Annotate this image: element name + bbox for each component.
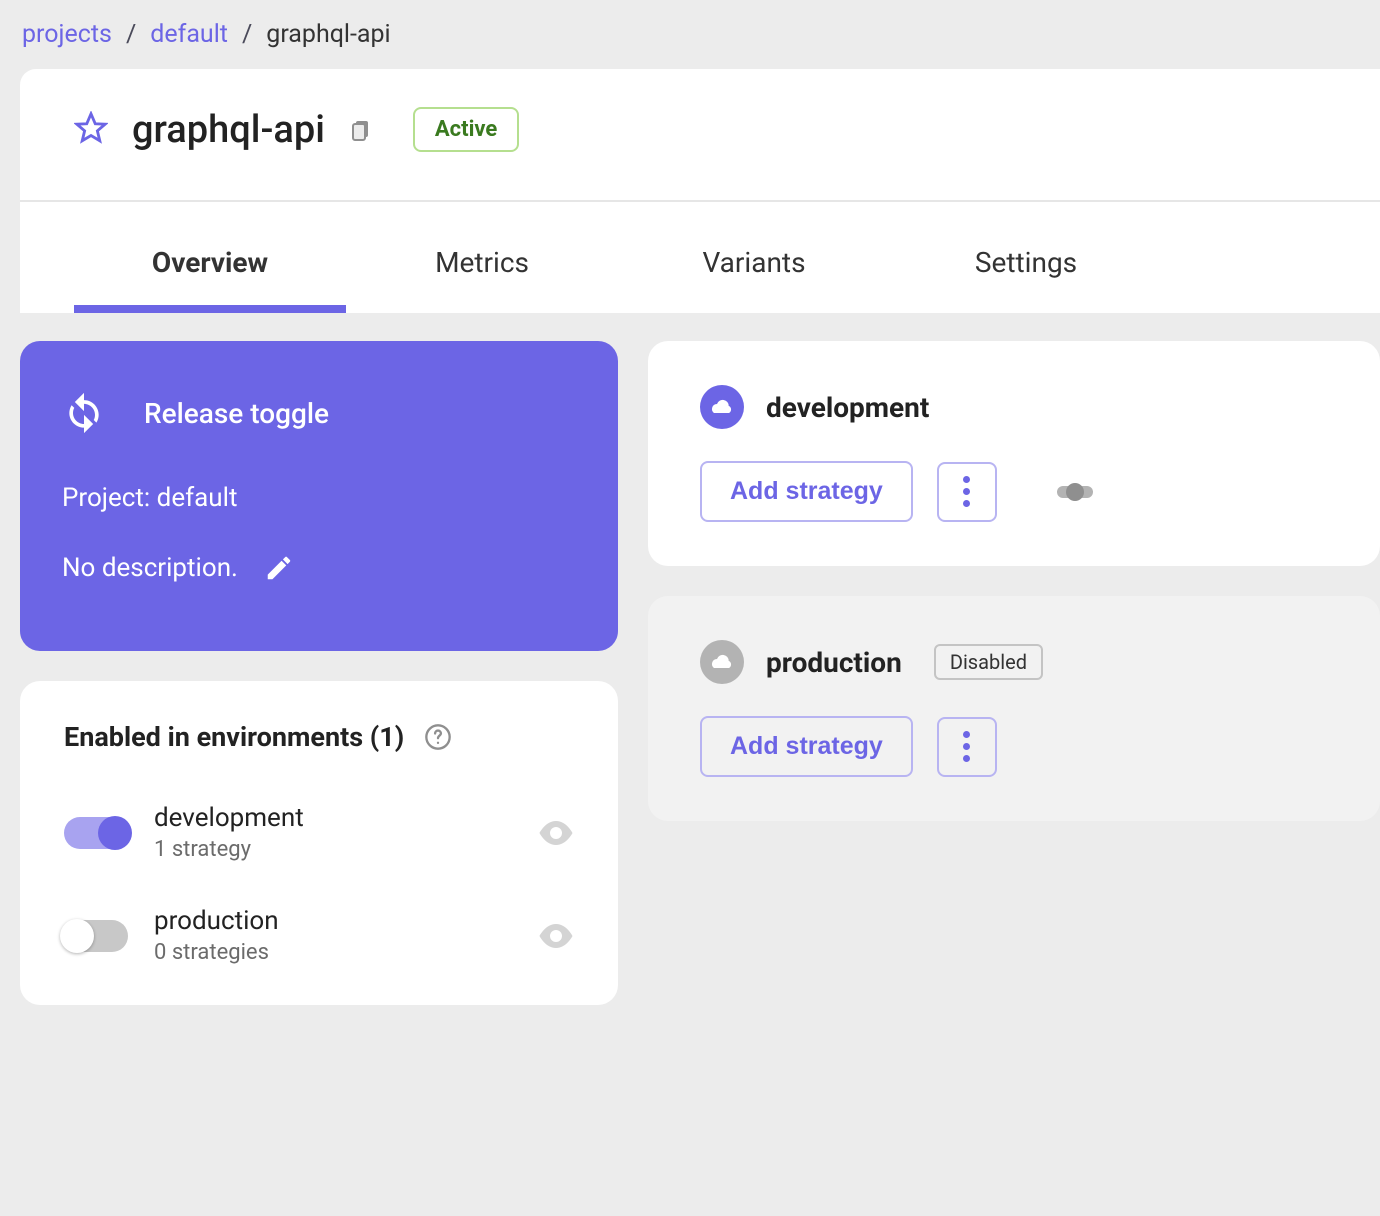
breadcrumb-projects[interactable]: projects <box>22 20 112 49</box>
more-menu-button[interactable] <box>937 462 997 522</box>
add-strategy-button[interactable]: Add strategy <box>700 461 913 522</box>
strategy-env-name: production <box>766 646 902 679</box>
env-name: production <box>154 906 512 936</box>
env-item-development: development 1 strategy <box>64 789 574 892</box>
refresh-icon <box>62 387 106 439</box>
eye-icon[interactable] <box>538 924 574 948</box>
tab-settings[interactable]: Settings <box>890 226 1162 313</box>
right-column: development Add strategy production Disa… <box>648 341 1380 1005</box>
tab-overview[interactable]: Overview <box>74 226 346 313</box>
tabs: Overview Metrics Variants Settings <box>20 202 1380 313</box>
page-title: graphql-api <box>132 108 325 152</box>
env-sub: 0 strategies <box>154 940 512 965</box>
environments-title: Enabled in environments (1) <box>64 721 404 753</box>
env-item-production: production 0 strategies <box>64 892 574 995</box>
left-column: Release toggle Project: default No descr… <box>20 341 618 1005</box>
disabled-badge: Disabled <box>934 644 1043 680</box>
cloud-icon <box>700 640 744 684</box>
help-icon[interactable] <box>424 723 452 751</box>
status-badge: Active <box>413 107 519 152</box>
body-grid: Release toggle Project: default No descr… <box>20 341 1380 1005</box>
toggle-development[interactable] <box>64 817 128 849</box>
feature-card: graphql-api Active Overview Metrics Vari… <box>20 69 1380 313</box>
feature-header: graphql-api Active <box>20 69 1380 202</box>
more-menu-button[interactable] <box>937 717 997 777</box>
cloud-icon <box>700 385 744 429</box>
eye-icon[interactable] <box>538 821 574 845</box>
strategy-card-production: production Disabled Add strategy <box>648 596 1380 821</box>
breadcrumb: projects / default / graphql-api <box>0 0 1380 69</box>
mini-toggle[interactable] <box>1057 486 1093 498</box>
breadcrumb-current: graphql-api <box>266 20 390 49</box>
more-vertical-icon <box>963 731 970 762</box>
breadcrumb-project[interactable]: default <box>150 20 228 49</box>
env-name: development <box>154 803 512 833</box>
release-title: Release toggle <box>144 397 329 430</box>
add-strategy-button[interactable]: Add strategy <box>700 716 913 777</box>
strategy-card-development: development Add strategy <box>648 341 1380 566</box>
more-vertical-icon <box>963 476 970 507</box>
release-card: Release toggle Project: default No descr… <box>20 341 618 651</box>
toggle-production[interactable] <box>64 920 128 952</box>
release-description: No description. <box>62 553 238 583</box>
environments-card: Enabled in environments (1) development … <box>20 681 618 1005</box>
copy-icon[interactable] <box>349 116 373 144</box>
strategy-env-name: development <box>766 391 929 424</box>
pencil-icon[interactable] <box>264 553 294 583</box>
env-sub: 1 strategy <box>154 837 512 862</box>
star-icon[interactable] <box>74 111 108 149</box>
breadcrumb-sep: / <box>126 20 136 49</box>
tab-variants[interactable]: Variants <box>618 226 890 313</box>
release-project: Project: default <box>62 483 576 513</box>
breadcrumb-sep: / <box>242 20 252 49</box>
tab-metrics[interactable]: Metrics <box>346 226 618 313</box>
